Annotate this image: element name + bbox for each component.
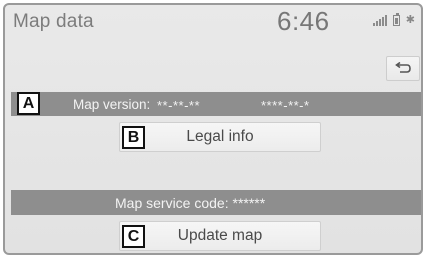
clock: 6:46 — [277, 6, 330, 36]
callout-marker-a: A — [17, 92, 40, 115]
back-arrow-icon — [395, 62, 411, 73]
legal-info-button[interactable]: B Legal info — [119, 122, 321, 152]
map-service-code-label: Map service code: ****** — [115, 195, 266, 211]
update-map-label: Update map — [177, 227, 263, 244]
callout-marker-b: B — [122, 126, 145, 149]
status-bar: ✱ — [372, 13, 415, 26]
callout-marker-c: C — [122, 225, 145, 248]
map-version-value-1: **-**-** — [157, 98, 201, 113]
back-button[interactable] — [386, 56, 420, 81]
map-version-value-2: ****-**-* — [261, 98, 310, 113]
battery-icon — [392, 13, 400, 26]
page-title: Map data — [13, 11, 94, 32]
legal-info-label: Legal info — [186, 128, 254, 145]
map-service-code-bar: Map service code: ****** — [11, 190, 421, 215]
update-map-button[interactable]: C Update map — [119, 221, 321, 251]
map-version-label: Map version: — [73, 97, 151, 112]
map-version-bar: A Map version: **-**-** ****-**-* — [11, 92, 421, 116]
map-data-screen: Map data 6:46 ✱ A Map version: **-**-** … — [3, 3, 423, 255]
signal-icon — [372, 15, 387, 26]
bluetooth-icon: ✱ — [405, 14, 415, 26]
